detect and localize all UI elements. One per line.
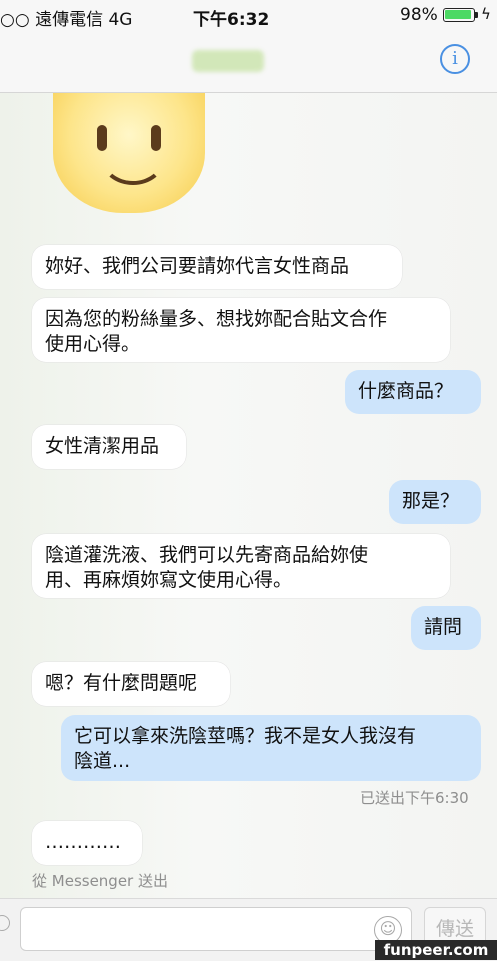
message-bubble-outgoing[interactable]: 什麼商品？ — [345, 370, 481, 414]
message-bubble-incoming[interactable]: 嗯？有什麼問題呢 — [32, 662, 230, 706]
message-bubble-outgoing[interactable]: 那是？ — [389, 480, 481, 524]
watermark: funpeer.com — [375, 940, 497, 960]
sent-status: 已送出下午6:30 — [360, 789, 469, 807]
message-bubble-incoming[interactable]: 妳好、我們公司要請妳代言女性商品 — [32, 245, 402, 289]
message-bubble-incoming[interactable]: 陰道灌洗液、我們可以先寄商品給妳使 用、再麻煩妳寫文使用心得。 — [32, 534, 450, 598]
sent-via-label: 從 Messenger 送出 — [32, 872, 168, 890]
status-time: 下午6:32 — [193, 10, 270, 30]
message-bubble-incoming[interactable]: ………… — [32, 821, 142, 865]
nav-bar: i — [0, 32, 497, 93]
battery-percent: 98% — [400, 5, 438, 25]
message-bubble-incoming[interactable]: 因為您的粉絲量多、想找妳配合貼文合作 使用心得。 — [32, 298, 450, 362]
carrier-label: ○○ 遠傳電信 4G — [0, 10, 133, 30]
battery-tip — [475, 12, 478, 18]
sticker-mouth — [101, 133, 165, 185]
message-bubble-incoming[interactable]: 女性清潔用品 — [32, 425, 186, 469]
status-bar: ○○ 遠傳電信 4G 下午6:32 98% ϟ — [0, 0, 497, 32]
info-button[interactable]: i — [440, 44, 470, 74]
charging-icon: ϟ — [481, 5, 491, 23]
message-bubble-outgoing[interactable]: 它可以拿來洗陰莖嗎？我不是女人我沒有 陰道... — [61, 715, 481, 781]
battery-level — [445, 10, 471, 19]
message-thread[interactable]: 妳好、我們公司要請妳代言女性商品 因為您的粉絲量多、想找妳配合貼文合作 使用心得… — [0, 93, 497, 898]
smiley-sticker — [53, 93, 205, 213]
message-input[interactable] — [20, 907, 412, 951]
camera-icon[interactable] — [0, 915, 10, 931]
battery-icon — [443, 8, 475, 22]
message-bubble-outgoing[interactable]: 請問 — [411, 606, 481, 650]
conversation-title-blurred — [192, 50, 264, 72]
